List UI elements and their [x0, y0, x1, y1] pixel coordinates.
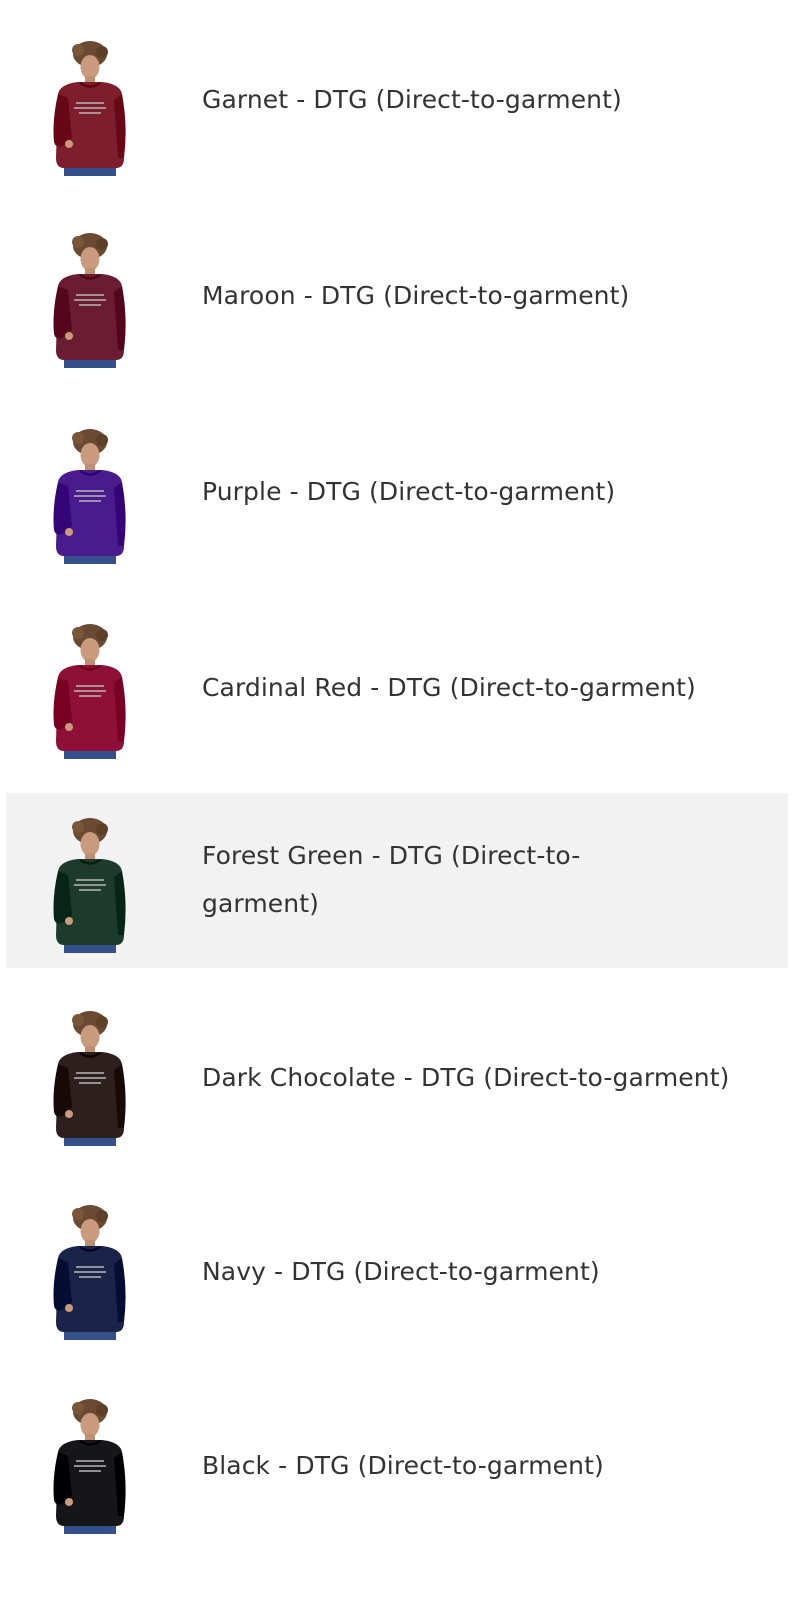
color-option-label: Forest Green - DTG (Direct-to-garment)	[202, 841, 581, 918]
product-thumbnail	[44, 40, 134, 180]
product-thumbnail	[44, 428, 134, 568]
color-option-dark-chocolate[interactable]: Dark Chocolate - DTG (Direct-to-garment)	[6, 984, 788, 1172]
color-option-label: Garnet - DTG (Direct-to-garment)	[202, 85, 622, 114]
color-option-garnet[interactable]: Garnet - DTG (Direct-to-garment)	[6, 6, 788, 194]
color-option-label: Purple - DTG (Direct-to-garment)	[202, 477, 616, 506]
color-option-forest-green[interactable]: Forest Green - DTG (Direct-to-garment)	[6, 793, 788, 968]
product-thumbnail	[44, 1204, 134, 1344]
color-option-navy[interactable]: Navy - DTG (Direct-to-garment)	[6, 1178, 788, 1366]
color-option-label: Black - DTG (Direct-to-garment)	[202, 1451, 604, 1480]
color-option-label: Cardinal Red - DTG (Direct-to-garment)	[202, 673, 696, 702]
color-option-black[interactable]: Black - DTG (Direct-to-garment)	[6, 1372, 788, 1560]
color-option-label: Dark Chocolate - DTG (Direct-to-garment)	[202, 1063, 730, 1092]
color-option-label: Navy - DTG (Direct-to-garment)	[202, 1257, 600, 1286]
color-option-label: Maroon - DTG (Direct-to-garment)	[202, 281, 630, 310]
product-thumbnail	[44, 817, 134, 957]
product-thumbnail	[44, 232, 134, 372]
product-thumbnail	[44, 623, 134, 763]
product-thumbnail	[44, 1398, 134, 1538]
color-option-cardinal-red[interactable]: Cardinal Red - DTG (Direct-to-garment)	[6, 594, 788, 782]
product-thumbnail	[44, 1010, 134, 1150]
color-option-list: Garnet - DTG (Direct-to-garment) Maroon …	[0, 0, 794, 1601]
color-option-maroon[interactable]: Maroon - DTG (Direct-to-garment)	[6, 202, 788, 390]
color-option-purple[interactable]: Purple - DTG (Direct-to-garment)	[6, 398, 788, 586]
